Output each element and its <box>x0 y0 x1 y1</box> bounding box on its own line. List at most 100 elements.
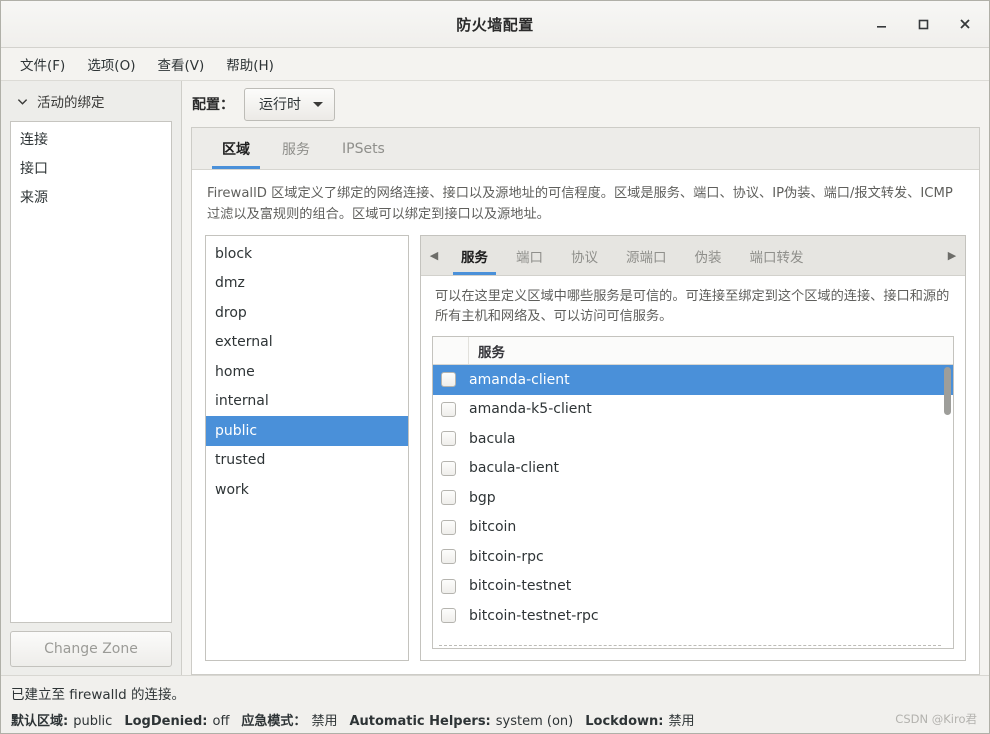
zone-row-home[interactable]: home <box>206 357 408 387</box>
tab-zones[interactable]: 区域 <box>206 128 266 169</box>
connection-status: 已建立至 firewalld 的连接。 <box>11 687 186 703</box>
bindings-list[interactable]: 连接 接口 来源 <box>10 121 172 623</box>
status-value-panic-mode: 禁用 <box>311 714 338 729</box>
tab-zone-services[interactable]: 服务 <box>447 236 502 275</box>
checkbox-icon[interactable] <box>441 608 456 624</box>
tab-zone-port-forwarding[interactable]: 端口转发 <box>736 236 818 275</box>
active-bindings-panel: 活动的绑定 连接 接口 来源 Change Zone <box>1 81 182 675</box>
checkbox-icon[interactable] <box>441 431 456 447</box>
services-table: 服务 amanda-client amanda-k5-client bacula… <box>432 336 954 649</box>
service-label: amanda-k5-client <box>469 401 592 418</box>
checkbox-icon[interactable] <box>441 578 456 594</box>
services-checkbox-column-header <box>433 337 469 364</box>
service-label: bitcoin-testnet <box>469 578 572 595</box>
table-row[interactable]: bacula <box>433 424 953 454</box>
checkbox-icon[interactable] <box>441 519 456 535</box>
list-item-sources[interactable]: 来源 <box>11 184 171 213</box>
main-tab-bar: 区域 服务 IPSets <box>192 128 979 170</box>
menu-bar: 文件(F) 选项(O) 查看(V) 帮助(H) <box>1 48 989 81</box>
change-zone-button[interactable]: Change Zone <box>10 631 172 667</box>
tab-ipsets[interactable]: IPSets <box>326 128 401 169</box>
zone-row-internal[interactable]: internal <box>206 387 408 417</box>
table-row[interactable]: amanda-k5-client <box>433 395 953 425</box>
zones-tab-card: 区域 服务 IPSets FirewallD 区域定义了绑定的网络连接、接口以及… <box>191 127 980 675</box>
zone-description: FirewallD 区域定义了绑定的网络连接、接口以及源地址的可信程度。区域是服… <box>207 186 953 222</box>
service-label: bacula <box>469 430 516 447</box>
list-item-connections[interactable]: 连接 <box>11 126 171 155</box>
table-row[interactable]: bgp <box>433 483 953 513</box>
close-button[interactable] <box>955 14 975 34</box>
chevron-down-icon <box>313 101 323 107</box>
zone-panes: block dmz drop external home internal pu… <box>192 235 979 674</box>
chevron-left-icon[interactable]: ◀ <box>421 236 447 275</box>
zone-row-external[interactable]: external <box>206 328 408 358</box>
checkbox-icon[interactable] <box>441 490 456 506</box>
service-label: bgp <box>469 489 496 506</box>
checkbox-icon[interactable] <box>441 549 456 565</box>
status-bar: 已建立至 firewalld 的连接。 默认区域: public LogDeni… <box>1 675 989 733</box>
tab-zone-source-ports[interactable]: 源端口 <box>612 236 681 275</box>
table-row[interactable]: amanda-client <box>433 365 953 395</box>
firewall-config-window: 防火墙配置 文件(F) 选项(O) 查看(V) 帮助(H) 活动的绑定 连接 接… <box>0 0 990 734</box>
title-bar: 防火墙配置 <box>1 1 989 48</box>
active-bindings-header[interactable]: 活动的绑定 <box>10 81 172 121</box>
configuration-bar: 配置： 运行时 <box>191 81 980 127</box>
service-label: bacula-client <box>469 460 560 477</box>
service-label: bitcoin-testnet-rpc <box>469 607 599 624</box>
services-rows: amanda-client amanda-k5-client bacula ba… <box>433 365 953 648</box>
table-row[interactable]: bitcoin <box>433 513 953 543</box>
active-bindings-label: 活动的绑定 <box>37 95 105 111</box>
status-value-logdenied: off <box>212 714 230 729</box>
list-item-interfaces[interactable]: 接口 <box>11 155 171 184</box>
configuration-dropdown-value: 运行时 <box>259 97 301 113</box>
zone-row-public[interactable]: public <box>206 416 408 446</box>
checkbox-icon[interactable] <box>441 401 456 417</box>
zone-list[interactable]: block dmz drop external home internal pu… <box>205 235 409 661</box>
status-key-logdenied: LogDenied: <box>124 714 208 729</box>
service-label: amanda-client <box>469 371 570 388</box>
zone-row-dmz[interactable]: dmz <box>206 269 408 299</box>
menu-item-help[interactable]: 帮助(H) <box>217 50 283 78</box>
zone-settings-card: ◀ 服务 端口 协议 源端口 伪装 端口转发 ▶ 可以在这里定义区域中哪些服务是… <box>420 235 966 661</box>
tab-zone-ports[interactable]: 端口 <box>502 236 557 275</box>
status-key-panic-mode: 应急模式： <box>241 714 307 729</box>
services-table-header: 服务 <box>433 337 953 365</box>
status-value-lockdown: 禁用 <box>668 714 695 729</box>
status-value-default-zone: public <box>73 714 113 729</box>
table-row[interactable]: bitcoin-rpc <box>433 542 953 572</box>
chevron-right-icon[interactable]: ▶ <box>939 236 965 275</box>
service-label: bitcoin-rpc <box>469 548 544 565</box>
table-row[interactable]: bacula-client <box>433 454 953 484</box>
table-bottom-divider <box>439 645 941 646</box>
zone-settings-tab-bar: ◀ 服务 端口 协议 源端口 伪装 端口转发 ▶ <box>421 236 965 276</box>
services-scrollbar-thumb[interactable] <box>944 367 951 415</box>
zone-row-drop[interactable]: drop <box>206 298 408 328</box>
zone-row-block[interactable]: block <box>206 239 408 269</box>
status-fields: 默认区域: public LogDenied: off 应急模式： 禁用 Aut… <box>11 710 977 729</box>
table-row[interactable]: bitcoin-testnet <box>433 572 953 602</box>
checkbox-icon[interactable] <box>441 460 456 476</box>
menu-item-view[interactable]: 查看(V) <box>148 50 213 78</box>
watermark: CSDN @Kiro君 <box>895 712 977 726</box>
zone-row-trusted[interactable]: trusted <box>206 446 408 476</box>
configuration-label: 配置： <box>192 97 234 113</box>
tab-zone-masquerading[interactable]: 伪装 <box>681 236 736 275</box>
zone-row-work[interactable]: work <box>206 475 408 505</box>
status-key-lockdown: Lockdown: <box>585 714 664 729</box>
chevron-down-icon <box>17 98 28 105</box>
services-column-header: 服务 <box>478 344 505 361</box>
services-scrollbar[interactable] <box>944 366 951 644</box>
configuration-dropdown[interactable]: 运行时 <box>244 87 335 121</box>
menu-item-options[interactable]: 选项(O) <box>78 50 144 78</box>
minimize-button[interactable] <box>871 14 891 34</box>
zones-panel: 配置： 运行时 区域 服务 IPSets FirewallD 区域定义了绑定的网… <box>182 81 989 675</box>
window-controls <box>871 1 975 47</box>
status-key-default-zone: 默认区域: <box>11 714 69 729</box>
tab-services[interactable]: 服务 <box>266 128 326 169</box>
menu-item-file[interactable]: 文件(F) <box>11 50 74 78</box>
maximize-button[interactable] <box>913 14 933 34</box>
status-value-automatic-helpers: system (on) <box>495 714 574 729</box>
table-row[interactable]: bitcoin-testnet-rpc <box>433 601 953 631</box>
tab-zone-protocols[interactable]: 协议 <box>557 236 612 275</box>
checkbox-icon[interactable] <box>441 372 456 388</box>
